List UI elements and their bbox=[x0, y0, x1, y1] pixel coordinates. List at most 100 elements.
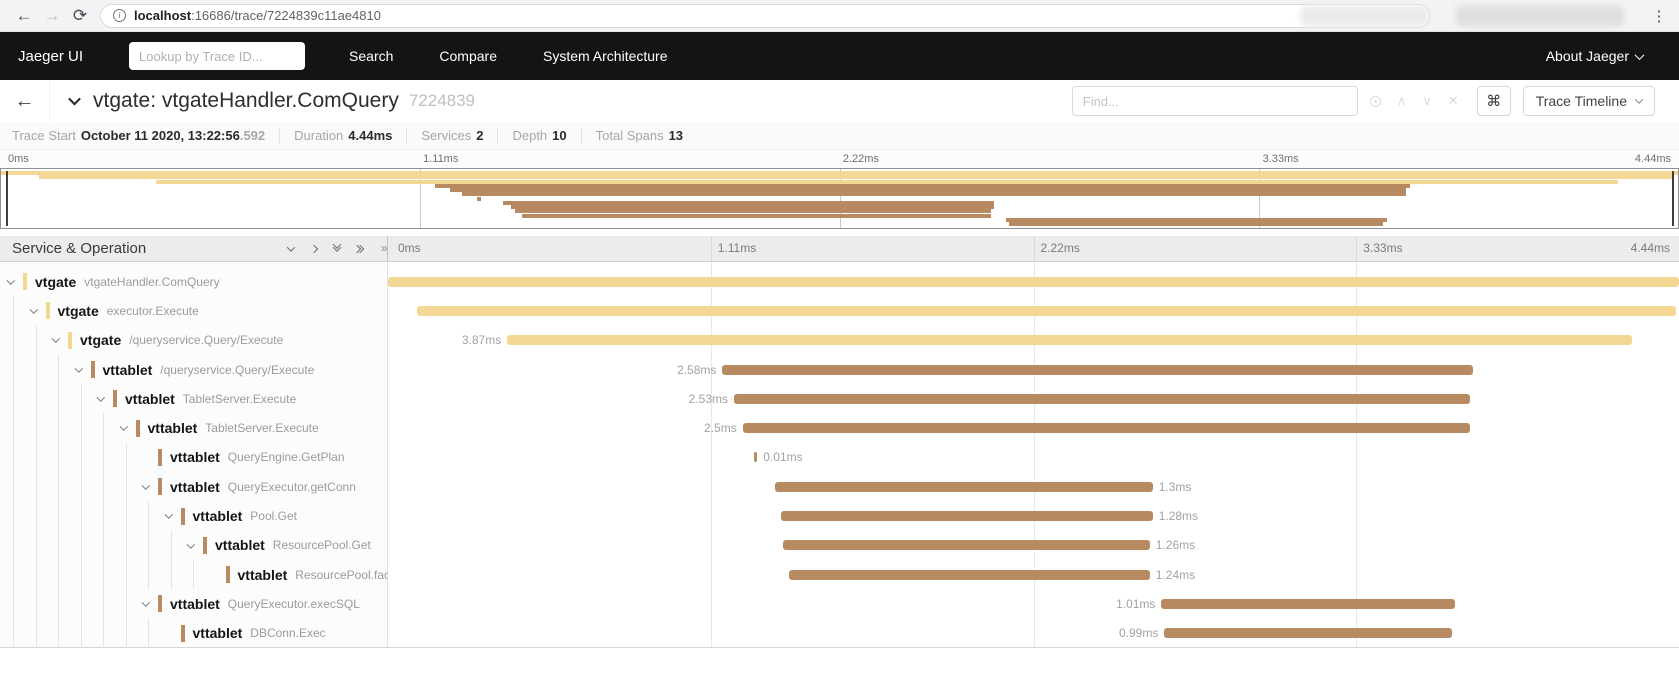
trace-start-label: Trace Start bbox=[12, 128, 76, 143]
span-duration-bar[interactable] bbox=[734, 394, 1470, 404]
span-duration-bar[interactable] bbox=[1164, 628, 1452, 638]
span-service-name: vttablet bbox=[125, 391, 175, 407]
span-timeline-row[interactable]: 1.24ms bbox=[388, 560, 1679, 589]
tree-guide-line bbox=[58, 560, 59, 589]
address-bar[interactable]: i localhost:16686/trace/7224839c11ae4810 bbox=[100, 4, 1430, 28]
span-tree-row[interactable]: vttabletTabletServer.Execute bbox=[0, 413, 387, 442]
span-timeline-row[interactable]: 0.99ms bbox=[388, 619, 1679, 648]
nav-item-search[interactable]: Search bbox=[349, 48, 393, 64]
span-tree-row[interactable]: vttablet TabletServer.Execute bbox=[0, 384, 387, 413]
expand-all-icon[interactable] bbox=[357, 246, 363, 252]
span-collapse-icon[interactable] bbox=[166, 513, 181, 519]
service-operation-title: Service & Operation bbox=[12, 240, 146, 257]
span-tree-row[interactable]: vttabletQueryExecutor.execSQL bbox=[0, 589, 387, 618]
span-tree-row[interactable]: vttabletQueryExecutor.getConn bbox=[0, 472, 387, 501]
span-collapse-icon[interactable] bbox=[31, 308, 46, 314]
expand-one-icon[interactable] bbox=[310, 244, 318, 252]
span-duration-label: 1.28ms bbox=[1159, 509, 1198, 523]
span-duration-bar[interactable] bbox=[743, 423, 1470, 433]
focus-match-icon[interactable] bbox=[1370, 96, 1381, 107]
minimap-left-scrubber[interactable] bbox=[6, 171, 8, 226]
clear-find-icon[interactable]: ✕ bbox=[1448, 93, 1459, 109]
span-duration-bar[interactable] bbox=[417, 306, 1676, 316]
span-collapse-icon[interactable] bbox=[143, 601, 158, 607]
span-duration-bar[interactable] bbox=[722, 365, 1472, 375]
span-duration-bar[interactable] bbox=[775, 482, 1153, 492]
span-tree-row[interactable]: vtgatevtgateHandler.ComQuery bbox=[0, 267, 387, 296]
span-timeline-row[interactable]: 2.58ms bbox=[388, 355, 1679, 384]
trace-lookup-input[interactable] bbox=[129, 42, 305, 70]
span-tree-row[interactable]: vttabletQueryEngine.GetPlan bbox=[0, 443, 387, 472]
span-duration-label: 2.53ms bbox=[689, 392, 728, 406]
trace-view-selector[interactable]: Trace Timeline bbox=[1523, 86, 1655, 116]
collapse-all-icon[interactable] bbox=[334, 246, 340, 252]
collapse-trace-details-icon[interactable] bbox=[70, 92, 79, 110]
back-button[interactable]: ← bbox=[0, 80, 50, 122]
span-timeline-row[interactable]: 2.5ms bbox=[388, 413, 1679, 442]
span-timeline-row[interactable]: 3.87ms bbox=[388, 326, 1679, 355]
nav-item-compare[interactable]: Compare bbox=[439, 48, 497, 64]
span-timeline-row[interactable]: 2.53ms bbox=[388, 384, 1679, 413]
tree-guide-line bbox=[58, 443, 59, 472]
span-duration-bar[interactable] bbox=[789, 570, 1150, 580]
span-timeline-row[interactable]: 1.26ms bbox=[388, 531, 1679, 560]
url-text: localhost:16686/trace/7224839c11ae4810 bbox=[134, 8, 381, 23]
span-duration-bar[interactable] bbox=[1161, 599, 1455, 609]
span-operation-name: TabletServer.Execute bbox=[205, 421, 318, 435]
span-operation-name: Pool.Get bbox=[250, 509, 297, 523]
browser-reload-icon[interactable]: ⟳ bbox=[66, 6, 94, 26]
span-tree-row[interactable]: vttabletResourcePool.Get bbox=[0, 531, 387, 560]
find-input[interactable] bbox=[1072, 86, 1358, 116]
span-timeline-row[interactable]: 1.28ms bbox=[388, 501, 1679, 530]
keyboard-shortcuts-button[interactable]: ⌘ bbox=[1477, 86, 1511, 116]
tree-guide-line bbox=[36, 472, 37, 501]
span-duration-bar[interactable] bbox=[388, 277, 1679, 287]
about-jaeger-menu[interactable]: About Jaeger bbox=[1546, 48, 1643, 64]
collapse-one-icon[interactable] bbox=[287, 243, 295, 251]
tree-guide-line bbox=[126, 472, 127, 501]
span-timeline-row[interactable]: 1.01ms bbox=[388, 589, 1679, 618]
browser-back-icon[interactable]: ← bbox=[10, 6, 38, 26]
span-duration-bar[interactable] bbox=[781, 511, 1153, 521]
span-tree-row[interactable]: vtgate/queryservice.Query/Execute bbox=[0, 326, 387, 355]
span-tree-row[interactable]: vttablet/queryservice.Query/Execute bbox=[0, 355, 387, 384]
span-timeline-row[interactable]: 1.3ms bbox=[388, 472, 1679, 501]
browser-menu-icon[interactable]: ⋮ bbox=[1649, 7, 1669, 25]
span-collapse-icon[interactable] bbox=[53, 337, 68, 343]
browser-forward-icon[interactable]: → bbox=[38, 6, 66, 26]
span-timeline-row[interactable] bbox=[388, 296, 1679, 325]
ruler-tick-4: 4.44ms bbox=[1635, 153, 1671, 165]
span-collapse-icon[interactable] bbox=[143, 484, 158, 490]
span-collapse-icon[interactable] bbox=[188, 543, 203, 549]
span-service-name: vttablet bbox=[193, 508, 243, 524]
hide-panel-icon[interactable]: » bbox=[381, 241, 388, 255]
span-collapse-icon[interactable] bbox=[98, 396, 113, 402]
span-collapse-icon[interactable] bbox=[76, 367, 91, 373]
tree-guide-line bbox=[103, 443, 104, 472]
tree-guide-line bbox=[58, 619, 59, 648]
span-timeline-row[interactable] bbox=[388, 267, 1679, 296]
nav-item-system-architecture[interactable]: System Architecture bbox=[543, 48, 668, 64]
span-tree-row[interactable]: vttabletDBConn.Exec bbox=[0, 619, 387, 648]
minimap-right-scrubber[interactable] bbox=[1672, 171, 1674, 226]
next-match-icon[interactable]: ∨ bbox=[1422, 93, 1432, 109]
site-info-icon[interactable]: i bbox=[113, 9, 126, 22]
span-collapse-icon[interactable] bbox=[121, 425, 136, 431]
tree-guide-line bbox=[36, 501, 37, 530]
span-service-name: vttablet bbox=[170, 449, 220, 465]
span-timeline-row[interactable]: 0.01ms bbox=[388, 443, 1679, 472]
trace-minimap[interactable] bbox=[0, 168, 1679, 229]
span-duration-bar[interactable] bbox=[754, 452, 757, 462]
brand-jaeger-ui[interactable]: Jaeger UI bbox=[18, 48, 83, 65]
minimap-rows bbox=[1, 170, 1678, 227]
span-operation-name: TabletServer.Execute bbox=[183, 392, 296, 406]
prev-match-icon[interactable]: ∧ bbox=[1397, 93, 1407, 109]
span-tree-row[interactable]: vtgateexecutor.Execute bbox=[0, 296, 387, 325]
tree-guide-line bbox=[103, 531, 104, 560]
span-duration-bar[interactable] bbox=[783, 540, 1149, 550]
span-tree-row[interactable]: vttablet Pool.Get bbox=[0, 501, 387, 530]
span-duration-bar[interactable] bbox=[507, 335, 1632, 345]
span-tree-row[interactable]: vttabletResourcePool.factory bbox=[0, 560, 387, 589]
tree-guide-line bbox=[103, 501, 104, 530]
span-collapse-icon[interactable] bbox=[8, 279, 23, 285]
